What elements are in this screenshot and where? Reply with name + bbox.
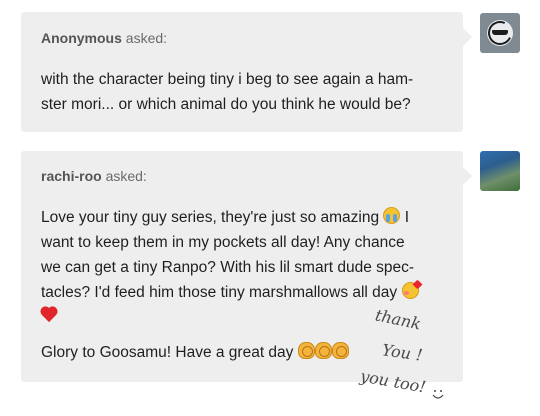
- asker-header: rachi-roo asked:: [41, 168, 147, 184]
- ask-card-anonymous: Anonymous asked: with the character bein…: [21, 12, 472, 132]
- asked-label: asked:: [125, 30, 168, 46]
- smiley-doodle-icon: [432, 390, 444, 399]
- asker-name-link[interactable]: Anonymous: [41, 30, 122, 46]
- question-line: with the character being tiny i beg to s…: [41, 71, 414, 88]
- rachi-roo-avatar[interactable]: [480, 151, 520, 191]
- asker-header: Anonymous asked:: [41, 30, 167, 46]
- clapping-hands-icon: [314, 342, 332, 359]
- clapping-hands-icon: [331, 342, 349, 359]
- question-segment: Love your tiny guy series, they're just …: [41, 209, 380, 226]
- question-segment: I: [404, 209, 410, 226]
- question-text: with the character being tiny i beg to s…: [41, 67, 441, 117]
- question-line: want to keep them in my pockets all day!…: [41, 234, 405, 251]
- clapping-hands-icon: [297, 342, 315, 359]
- anonymous-avatar[interactable]: [480, 13, 520, 53]
- asked-label: asked:: [105, 168, 147, 184]
- question-segment: tacles? I'd feed him those tiny marshmal…: [41, 284, 398, 301]
- question-line: tacles? I'd feed him those tiny marshmal…: [41, 280, 441, 305]
- asker-name-link[interactable]: rachi-roo: [41, 168, 102, 184]
- anonymous-sunglasses-icon: [484, 17, 516, 49]
- question-line: we can get a tiny Ranpo? With his lil sm…: [41, 259, 415, 276]
- smiling-face-with-hearts-icon: [401, 282, 419, 299]
- red-heart-icon: [41, 306, 59, 324]
- loudly-crying-face-icon: [383, 207, 401, 224]
- question-line: Love your tiny guy series, they're just …: [41, 205, 441, 230]
- question-line: ster mori... or which animal do you thin…: [41, 96, 411, 113]
- closing-text: Glory to Goosamu! Have a great day: [41, 344, 294, 361]
